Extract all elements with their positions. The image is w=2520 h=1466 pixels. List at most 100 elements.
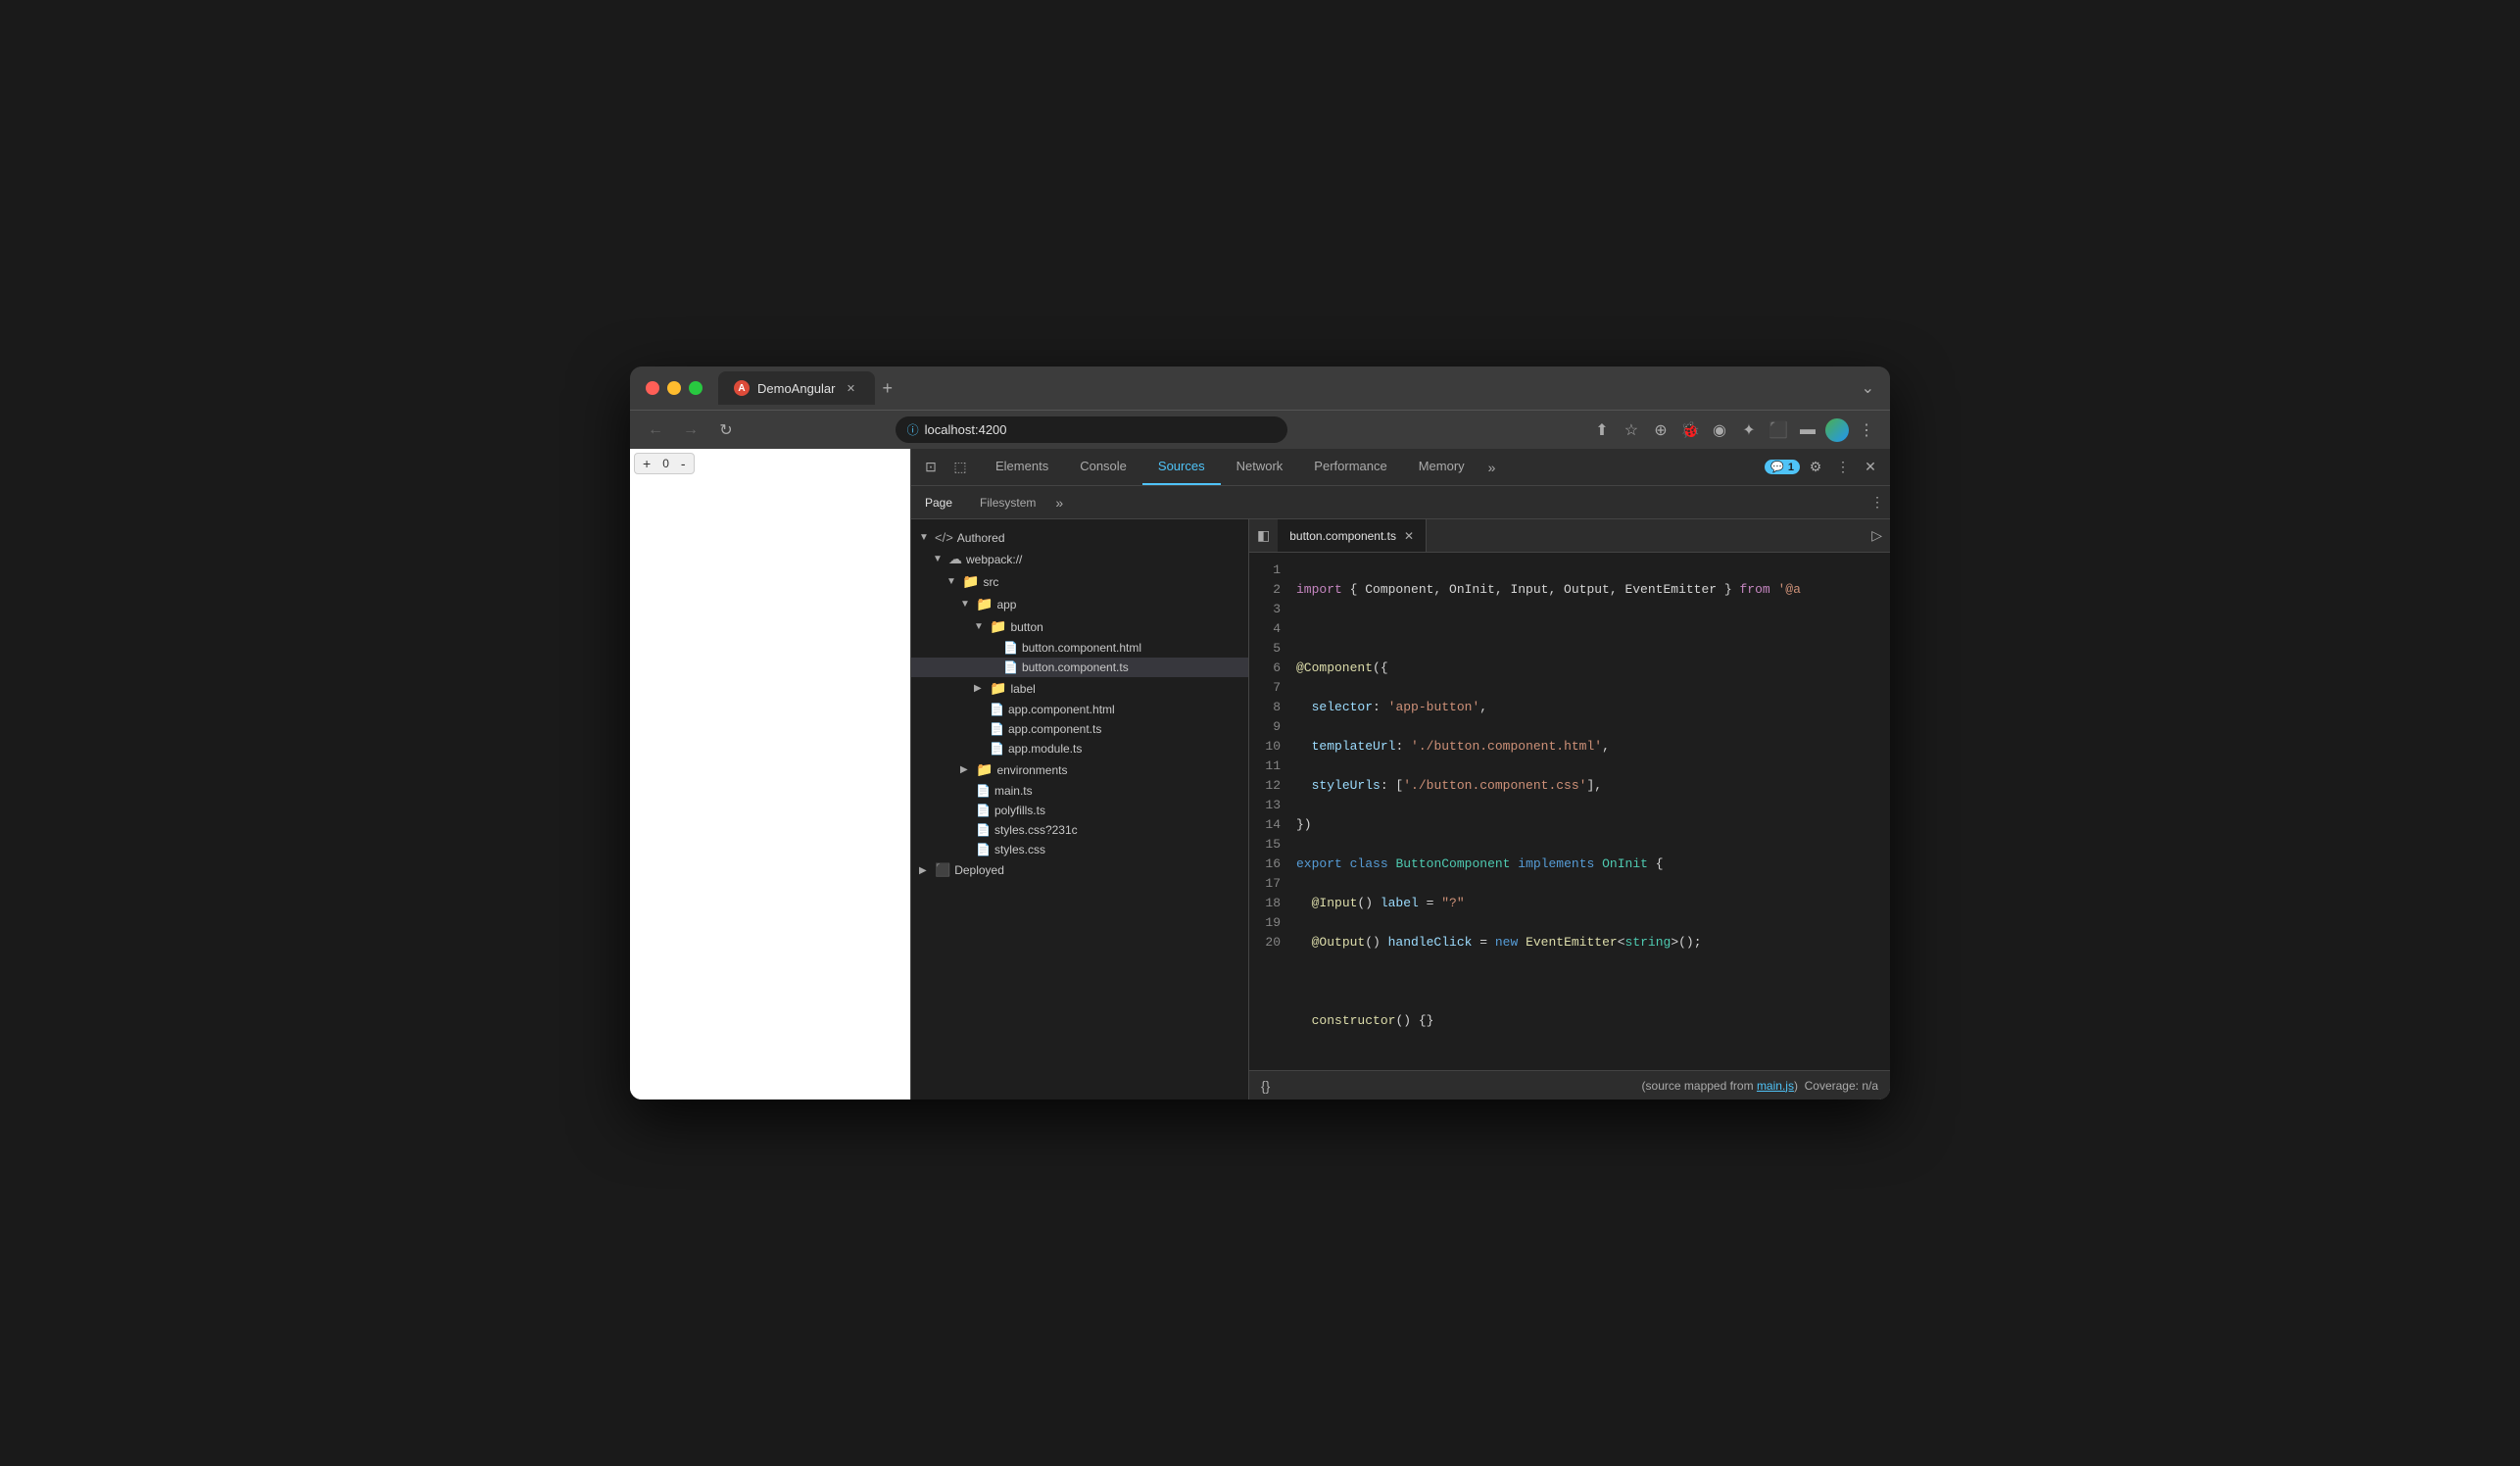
src-folder-icon: 📁: [962, 573, 979, 590]
webpack-item[interactable]: ▼ ☁ webpack://: [911, 548, 1248, 570]
browser-window: A DemoAngular ✕ + ⌄ ← → ↻ ⓘ localhost:42…: [630, 366, 1890, 1100]
authored-chevron: ▼: [919, 532, 931, 543]
devtools-tab-bar: ⊡ ⬚ Elements Console Sources Network Per…: [911, 449, 1890, 486]
browser-tab[interactable]: A DemoAngular ✕: [718, 371, 875, 405]
button-html-file[interactable]: 📄 button.component.html: [911, 638, 1248, 658]
back-button[interactable]: ←: [642, 416, 669, 444]
forward-button[interactable]: →: [677, 416, 704, 444]
app-component-html-label: app.component.html: [1008, 703, 1115, 716]
extension3-icon[interactable]: ◉: [1708, 418, 1731, 442]
collapse-panel-icon[interactable]: ▷: [1864, 527, 1890, 544]
zoom-in-button[interactable]: +: [635, 454, 658, 473]
tab-title: DemoAngular: [757, 381, 836, 396]
styles231c-label: styles.css?231c: [994, 823, 1078, 837]
extension6-icon[interactable]: ▬: [1796, 418, 1819, 442]
extension4-icon[interactable]: ✦: [1737, 418, 1761, 442]
user-avatar[interactable]: [1825, 418, 1849, 442]
notification-badge: 💬 1: [1765, 460, 1800, 474]
code-area[interactable]: 12345 678910 1112131415 1617181920 impor…: [1249, 553, 1890, 1070]
zoom-controls: + 0 -: [634, 453, 695, 474]
tab-close-button[interactable]: ✕: [844, 380, 859, 396]
app-module-icon: 📄: [990, 742, 1004, 756]
polyfills-ts-file[interactable]: 📄 polyfills.ts: [911, 801, 1248, 820]
more-tabs-icon[interactable]: »: [1480, 460, 1504, 475]
code-content: import { Component, OnInit, Input, Outpu…: [1288, 553, 1890, 1070]
environments-folder[interactable]: ▶ 📁 environments: [911, 758, 1248, 781]
env-chevron: ▶: [960, 764, 972, 775]
tab-elements[interactable]: Elements: [980, 449, 1064, 485]
button-folder[interactable]: ▼ 📁 button: [911, 615, 1248, 638]
styles-css-file[interactable]: 📄 styles.css: [911, 840, 1248, 859]
extension1-icon[interactable]: ⊕: [1649, 418, 1672, 442]
close-file-tab-icon[interactable]: ✕: [1404, 529, 1414, 543]
security-icon: ⓘ: [907, 421, 919, 438]
app-folder-icon: 📁: [976, 596, 993, 612]
authored-section[interactable]: ▼ </> Authored: [911, 527, 1248, 548]
label-chevron: ▶: [974, 683, 986, 694]
sidebar-toggle-icon[interactable]: ◧: [1249, 527, 1278, 544]
app-component-ts[interactable]: 📄 app.component.ts: [911, 719, 1248, 739]
open-file-name: button.component.ts: [1289, 529, 1396, 543]
app-component-html[interactable]: 📄 app.component.html: [911, 700, 1248, 719]
devtools-tabs-list: Elements Console Sources Network Perform…: [980, 449, 1757, 485]
inspect-icon[interactable]: ⊡: [919, 456, 943, 479]
sources-menu-icon[interactable]: ⋮: [1865, 494, 1890, 511]
app-module-label: app.module.ts: [1008, 742, 1082, 756]
status-text: (source mapped from main.js) Coverage: n…: [1642, 1079, 1878, 1093]
styles-css-icon: 📄: [976, 843, 991, 856]
tab-console[interactable]: Console: [1064, 449, 1142, 485]
ts-file-icon: 📄: [1003, 660, 1018, 674]
main-ts-file[interactable]: 📄 main.ts: [911, 781, 1248, 801]
maximize-button[interactable]: [689, 381, 703, 395]
bookmark-icon[interactable]: ☆: [1620, 418, 1643, 442]
src-folder[interactable]: ▼ 📁 src: [911, 570, 1248, 593]
address-input[interactable]: ⓘ localhost:4200: [896, 416, 1287, 443]
traffic-lights: [646, 381, 703, 395]
app-ts-icon: 📄: [990, 722, 1004, 736]
main-ts-icon: 📄: [976, 784, 991, 798]
source-map-link[interactable]: main.js: [1757, 1079, 1794, 1093]
styles-css231c-file[interactable]: 📄 styles.css?231c: [911, 820, 1248, 840]
tab-favicon: A: [734, 380, 750, 396]
button-label: button: [1010, 620, 1042, 634]
device-icon[interactable]: ⬚: [948, 456, 972, 479]
file-tree[interactable]: ▼ </> Authored ▼ ☁ webpack:// ▼: [911, 519, 1249, 1100]
app-folder[interactable]: ▼ 📁 app: [911, 593, 1248, 615]
menu-icon[interactable]: ⋮: [1855, 418, 1878, 442]
button-folder-icon: 📁: [990, 618, 1006, 635]
sources-tab-filesystem[interactable]: Filesystem: [966, 486, 1049, 518]
webpack-chevron: ▼: [933, 554, 945, 564]
sources-tab-page[interactable]: Page: [911, 486, 966, 518]
button-ts-file[interactable]: 📄 button.component.ts: [911, 658, 1248, 677]
toolbar-icons: ⬆ ☆ ⊕ 🐞 ◉ ✦ ⬛ ▬ ⋮: [1590, 418, 1878, 442]
pretty-print-icon[interactable]: {}: [1261, 1078, 1270, 1094]
label-folder[interactable]: ▶ 📁 label: [911, 677, 1248, 700]
extension5-icon[interactable]: ⬛: [1767, 418, 1790, 442]
button-ts-label: button.component.ts: [1022, 660, 1129, 674]
tab-memory[interactable]: Memory: [1403, 449, 1480, 485]
settings-icon[interactable]: ⚙: [1804, 456, 1827, 479]
tab-network[interactable]: Network: [1221, 449, 1299, 485]
devtools-panel: ⊡ ⬚ Elements Console Sources Network Per…: [910, 449, 1890, 1100]
tab-sources[interactable]: Sources: [1142, 449, 1221, 485]
deployed-icon: ⬛: [935, 862, 950, 878]
refresh-button[interactable]: ↻: [712, 416, 740, 444]
window-chevron-icon[interactable]: ⌄: [1862, 378, 1874, 398]
minimize-button[interactable]: [667, 381, 681, 395]
badge-icon: 💬: [1770, 461, 1784, 473]
open-file-tab[interactable]: button.component.ts ✕: [1278, 519, 1427, 552]
sources-more-icon[interactable]: »: [1049, 495, 1069, 511]
page-content: + 0 -: [630, 449, 910, 1100]
deployed-section[interactable]: ▶ ⬛ Deployed: [911, 859, 1248, 881]
tab-performance[interactable]: Performance: [1298, 449, 1402, 485]
deployed-label: Deployed: [954, 863, 1004, 877]
new-tab-button[interactable]: +: [875, 374, 901, 403]
share-icon[interactable]: ⬆: [1590, 418, 1614, 442]
button-chevron: ▼: [974, 621, 986, 632]
more-options-icon[interactable]: ⋮: [1831, 456, 1855, 479]
close-devtools-icon[interactable]: ✕: [1859, 456, 1882, 479]
zoom-out-button[interactable]: -: [673, 454, 694, 473]
close-button[interactable]: [646, 381, 659, 395]
app-module-ts[interactable]: 📄 app.module.ts: [911, 739, 1248, 758]
extension2-icon[interactable]: 🐞: [1678, 418, 1702, 442]
